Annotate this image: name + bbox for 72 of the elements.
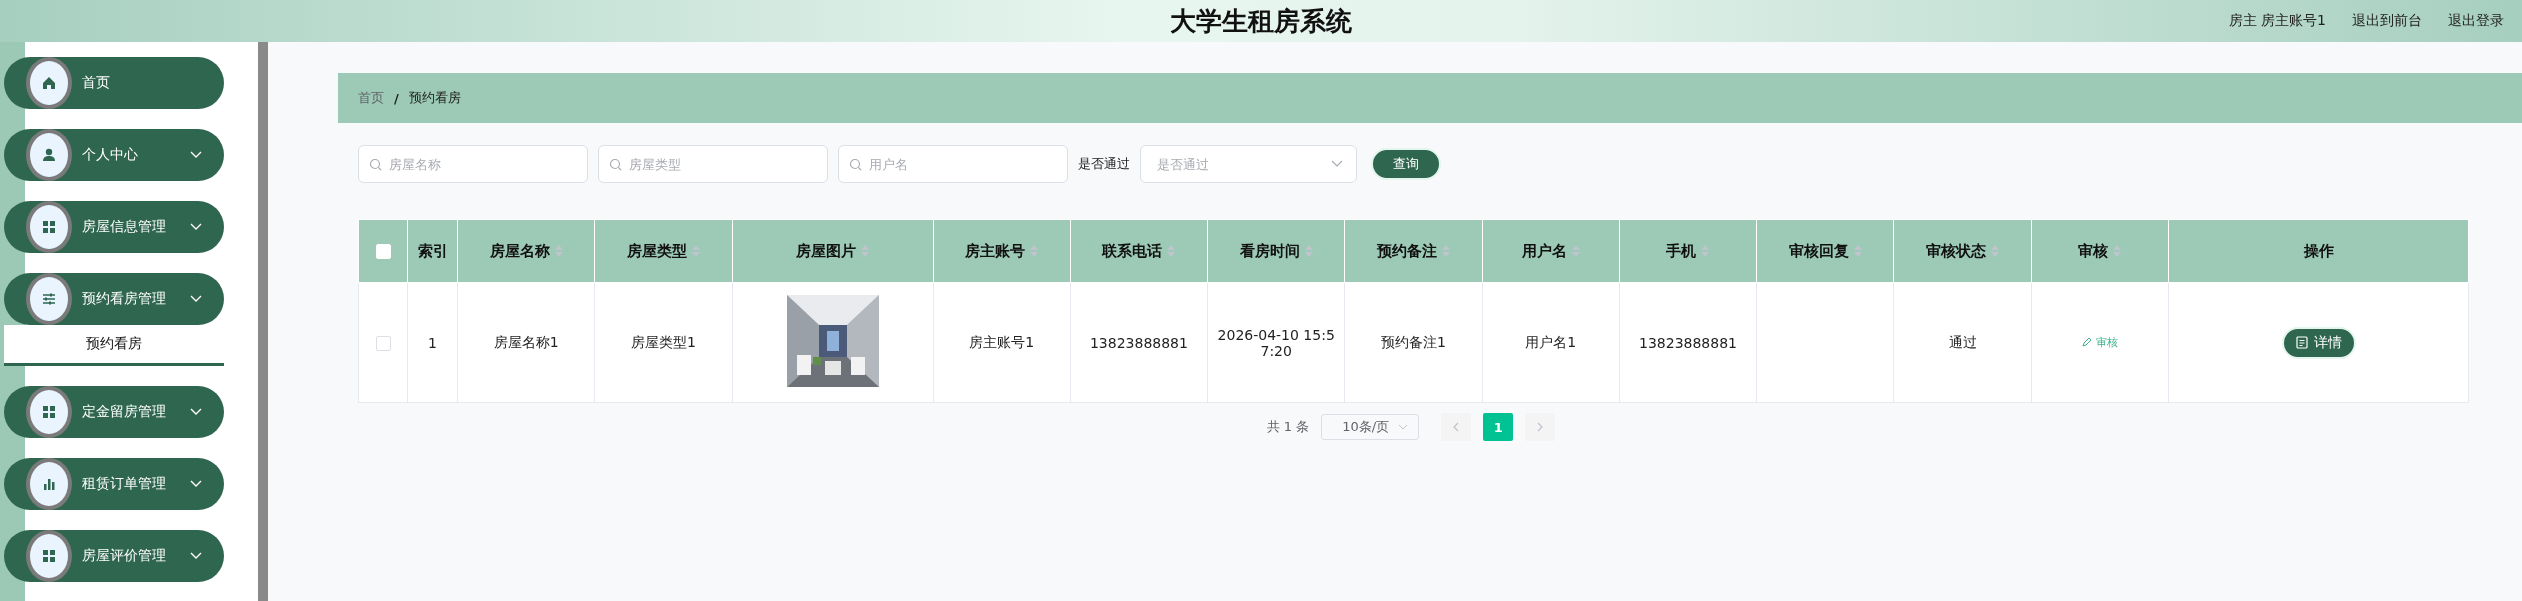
column-header: 预约备注 — [1376, 241, 1437, 260]
column-header: 房主账号 — [965, 241, 1026, 260]
user-icon — [41, 147, 57, 163]
cell-text: 13823888881 — [1639, 334, 1737, 351]
user-info: 房主 房主账号1 — [2228, 12, 2326, 30]
column-header: 手机 — [1666, 241, 1697, 260]
search-field[interactable]: 房屋名称 — [358, 145, 588, 183]
chevron-icon — [1537, 422, 1544, 432]
menu-item[interactable]: 个人中心 — [4, 129, 224, 181]
chevron-icon — [190, 151, 202, 159]
cell-text: 房主账号1 — [969, 333, 1035, 350]
breadcrumb-item: 预约看房 — [408, 89, 461, 107]
column-header: 审核状态 — [1926, 241, 1986, 260]
search-field[interactable]: 用户名 — [838, 145, 1068, 183]
search-icon — [609, 158, 622, 171]
edit-icon — [2081, 337, 2092, 348]
column-header: 审核回复 — [1788, 241, 1849, 260]
column-header: 看房时间 — [1239, 241, 1300, 260]
menu-item[interactable]: 房屋信息管理 — [4, 201, 224, 253]
chevron-icon — [190, 408, 202, 416]
header-link[interactable]: 退出登录 — [2448, 12, 2504, 30]
column-header: 操作 — [2303, 241, 2334, 260]
column-header: 联系电话 — [1102, 241, 1163, 260]
cell-text: 房屋名称1 — [493, 333, 559, 350]
checkbox[interactable] — [375, 335, 391, 351]
cell-text: 用户名1 — [1525, 333, 1577, 350]
chevron-icon — [1331, 160, 1343, 168]
home-icon — [41, 75, 57, 91]
grid-icon — [41, 404, 57, 420]
column-header: 房屋类型 — [626, 241, 687, 260]
total-count: 共 1 条 — [1266, 418, 1310, 436]
sliders-icon — [41, 291, 57, 307]
details-button[interactable]: 详情 — [2281, 326, 2356, 359]
search-icon — [849, 158, 862, 171]
chevron-icon — [190, 223, 202, 231]
cell-text: 通过 — [1948, 333, 1977, 350]
chevron-icon — [1453, 422, 1460, 432]
search-icon — [369, 158, 382, 171]
bar-chart-icon — [41, 476, 57, 492]
cell-text: 13823888881 — [1089, 334, 1188, 351]
cell-text: 房屋类型1 — [630, 333, 696, 350]
approval-dropdown[interactable]: 是否通过 — [1140, 145, 1357, 183]
chevron-icon — [190, 552, 202, 560]
search-field[interactable]: 房屋类型 — [598, 145, 828, 183]
menu-item[interactable]: 租赁订单管理 — [4, 458, 224, 510]
menu-item[interactable]: 房屋评价管理 — [4, 530, 224, 582]
grid-icon — [41, 548, 57, 564]
chevron-icon — [190, 480, 202, 488]
search-button[interactable]: 查询 — [1371, 148, 1441, 180]
scrollbar[interactable] — [258, 42, 268, 601]
cell-text: 1 — [428, 334, 437, 351]
filter-label: 是否通过 — [1078, 155, 1130, 173]
chevron-icon — [1398, 424, 1409, 430]
column-header: 用户名 — [1521, 241, 1567, 260]
submenu-item[interactable]: 预约看房 — [4, 325, 224, 366]
cell-text: 2026-04-10 15:57:20 — [1217, 326, 1335, 359]
cell-text: 预约备注1 — [1381, 333, 1446, 350]
menu-item[interactable]: 定金留房管理 — [4, 386, 224, 438]
column-header: 房屋图片 — [796, 241, 857, 260]
grid-icon — [41, 219, 57, 235]
header-link[interactable]: 退出到前台 — [2352, 12, 2422, 30]
breadcrumb-item[interactable]: 首页 — [358, 89, 384, 107]
column-header: 索引 — [417, 241, 448, 260]
breadcrumb-separator: / — [394, 90, 399, 106]
page-size-dropdown[interactable]: 10条/页 — [1321, 414, 1420, 440]
chevron-icon — [190, 295, 202, 303]
column-header: 审核 — [2078, 241, 2109, 260]
menu-item[interactable]: 预约看房管理 — [4, 273, 224, 325]
document-icon — [2295, 336, 2308, 349]
menu-item[interactable]: 首页 — [4, 57, 224, 109]
column-header: 房屋名称 — [489, 241, 550, 260]
app-title: 大学生租房系统 — [1170, 4, 1352, 38]
